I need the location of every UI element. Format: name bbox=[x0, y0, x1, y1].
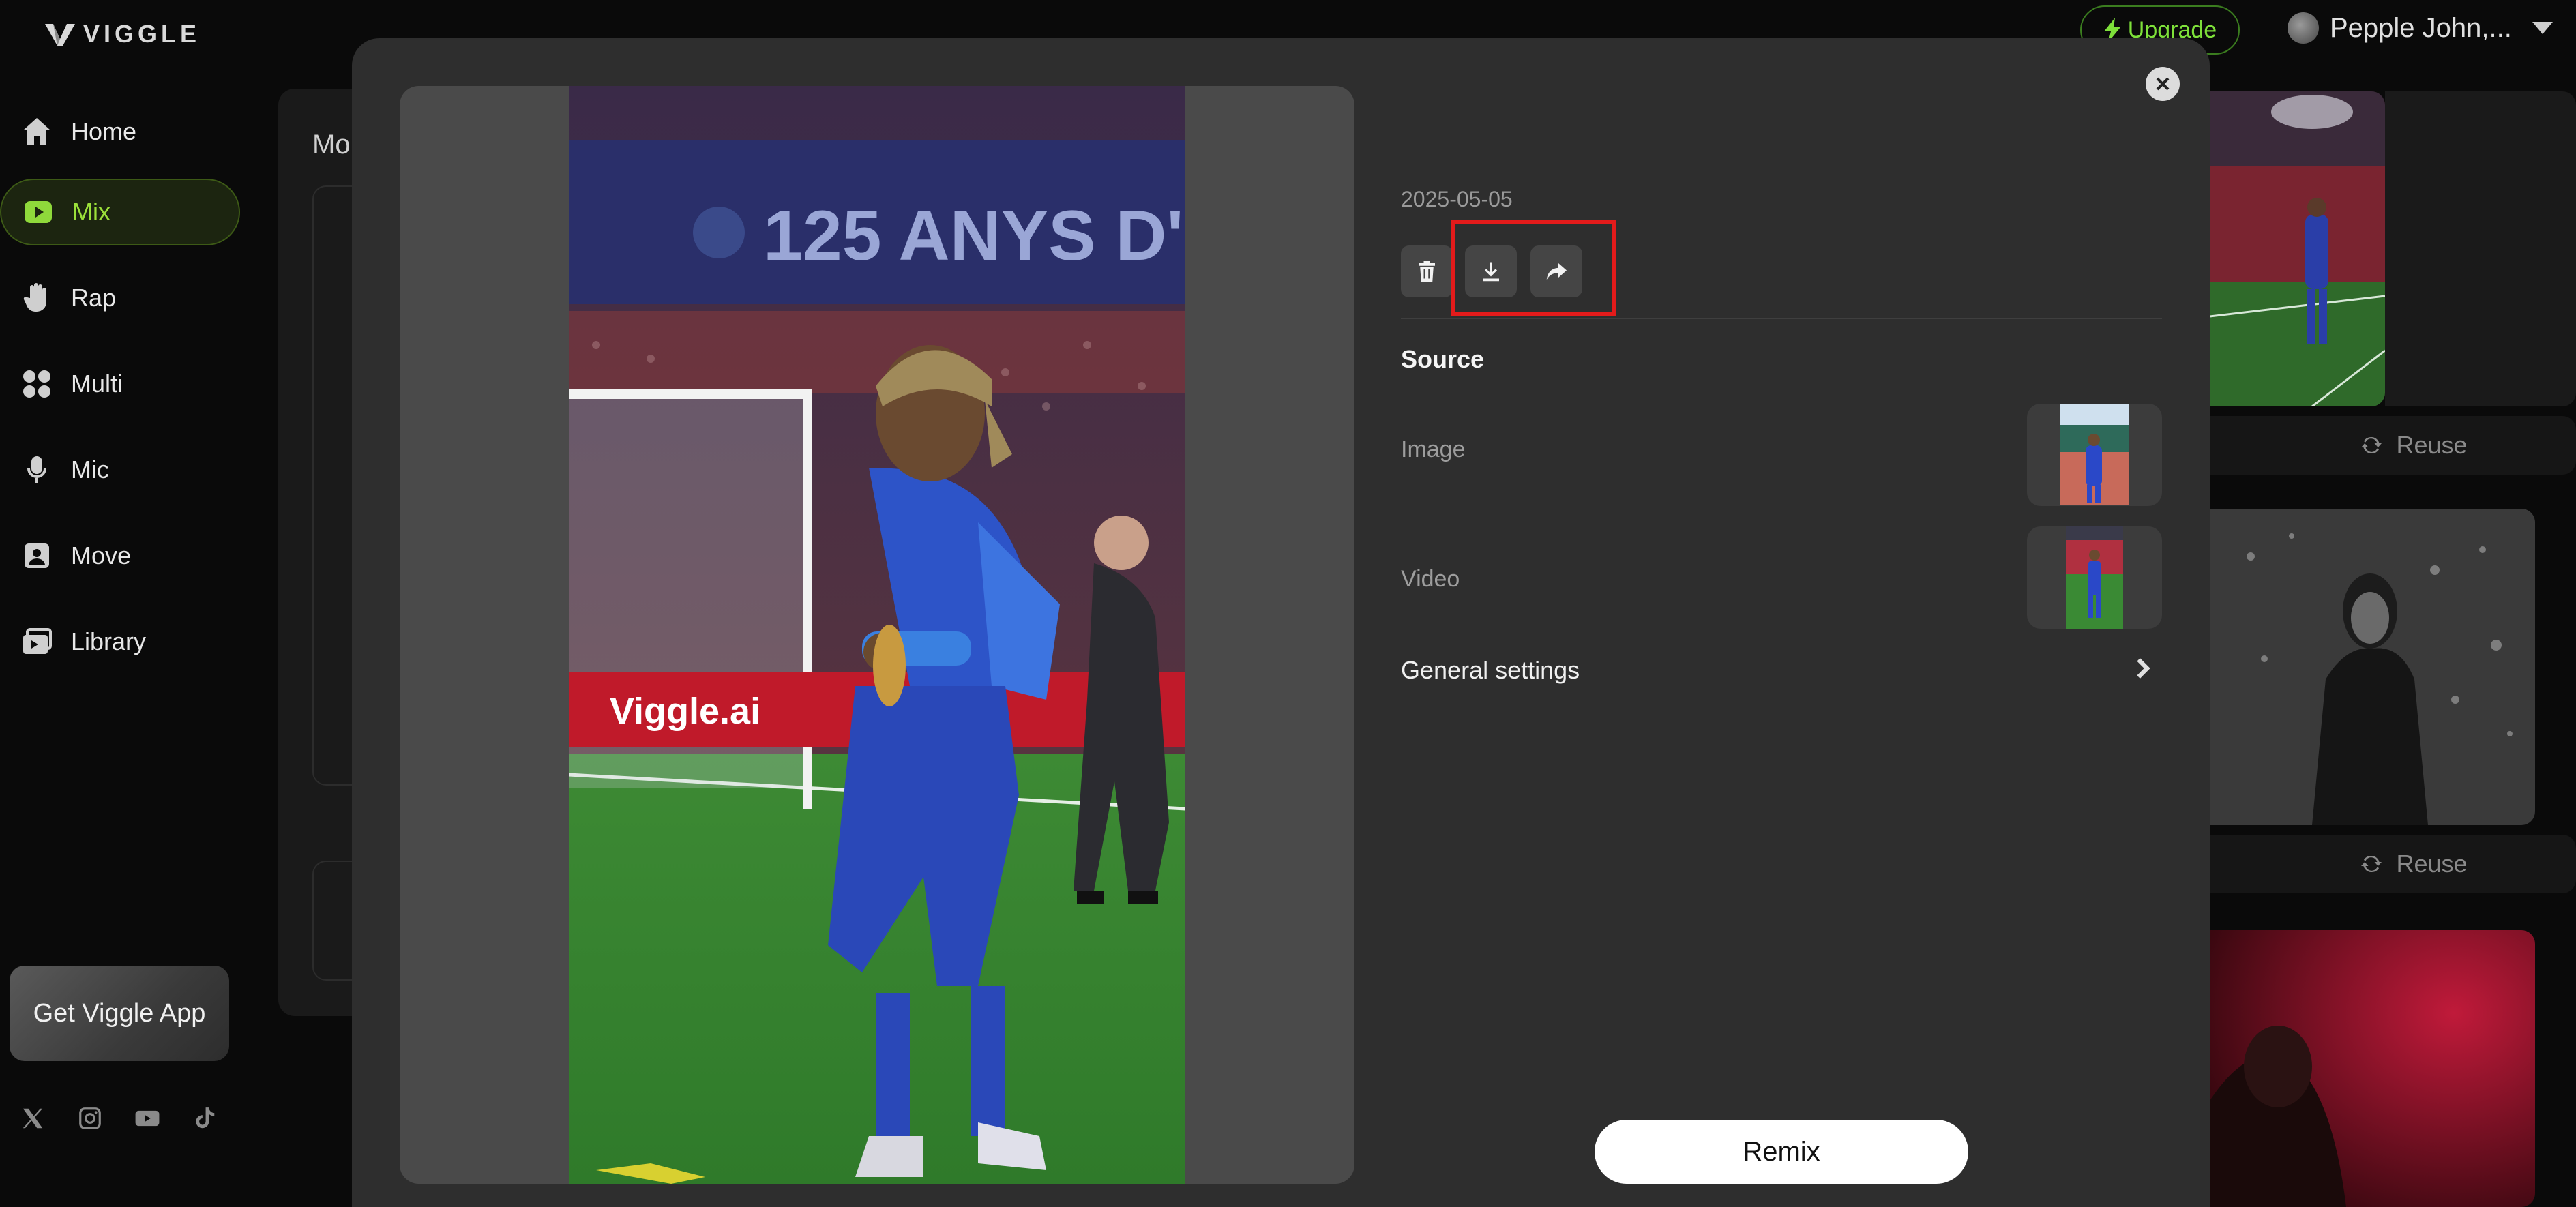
creation-date: 2025-05-05 bbox=[1401, 187, 1513, 211]
sidebar-item-home[interactable]: Home bbox=[0, 98, 240, 165]
sidebar-item-mic[interactable]: Mic bbox=[0, 436, 240, 503]
social-links bbox=[19, 1105, 218, 1132]
delete-icon bbox=[1419, 261, 1435, 282]
hand-icon bbox=[23, 283, 46, 312]
get-app-label: Get Viggle App bbox=[33, 998, 206, 1028]
sidebar-item-multi[interactable]: Multi bbox=[0, 351, 240, 417]
source-video-preview bbox=[2066, 526, 2123, 629]
user-name: Pepple John,... bbox=[2330, 12, 2512, 43]
football-player-video-frame: 125 ANYS D'HISTÒ Viggle.ai bbox=[569, 86, 1185, 1184]
sidebar-item-library[interactable]: Library bbox=[0, 608, 240, 675]
refresh-icon bbox=[2361, 436, 2382, 454]
reuse-label: Reuse bbox=[2396, 850, 2468, 878]
source-image-preview bbox=[2060, 404, 2129, 505]
library-icon bbox=[23, 628, 52, 654]
video-player[interactable]: 125 ANYS D'HISTÒ Viggle.ai bbox=[569, 86, 1185, 1184]
background-video-thumb[interactable] bbox=[2210, 930, 2535, 1207]
highlight-annotation-box bbox=[1451, 220, 1616, 316]
reuse-button[interactable]: Reuse bbox=[2210, 416, 2576, 475]
divider bbox=[1401, 318, 2162, 319]
user-menu[interactable]: Pepple John,... bbox=[2288, 12, 2553, 44]
refresh-icon bbox=[2361, 855, 2382, 873]
reuse-label: Reuse bbox=[2396, 431, 2468, 459]
move-portrait-icon bbox=[25, 543, 49, 568]
mic-icon bbox=[27, 456, 46, 483]
general-settings-expand[interactable] bbox=[2132, 656, 2155, 683]
source-video-thumb[interactable] bbox=[2027, 526, 2162, 629]
background-video-thumb[interactable] bbox=[2210, 91, 2385, 406]
remix-button[interactable]: Remix bbox=[1595, 1120, 1968, 1184]
chevron-down-icon bbox=[2532, 22, 2553, 34]
multi-dots-icon bbox=[23, 370, 50, 398]
general-settings-label[interactable]: General settings bbox=[1401, 656, 1580, 685]
close-icon bbox=[2156, 77, 2170, 91]
source-image-label: Image bbox=[1401, 436, 1466, 462]
background-video-thumb[interactable] bbox=[2210, 509, 2535, 825]
sidebar-item-rap[interactable]: Rap bbox=[0, 265, 240, 331]
sidebar-item-label: Mic bbox=[71, 456, 109, 483]
close-button[interactable] bbox=[2146, 67, 2180, 101]
background-section-title: Mo bbox=[312, 130, 351, 160]
concert-thumb-image bbox=[2210, 509, 2535, 825]
sidebar-item-label: Multi bbox=[71, 370, 123, 398]
sidebar-item-mix[interactable]: Mix bbox=[0, 179, 240, 245]
stadium-thumb-image bbox=[2210, 91, 2385, 406]
source-section-title: Source bbox=[1401, 345, 1485, 373]
tiktok-icon[interactable] bbox=[191, 1105, 218, 1132]
sidebar-item-label: Library bbox=[71, 627, 147, 655]
source-video-label: Video bbox=[1401, 566, 1460, 592]
x-icon[interactable] bbox=[19, 1105, 46, 1132]
chevron-right-icon bbox=[2137, 658, 2150, 679]
play-icon bbox=[25, 201, 52, 223]
delete-button[interactable] bbox=[1401, 245, 1453, 297]
background-card-edge bbox=[2385, 91, 2576, 406]
red-portrait-thumb-image bbox=[2210, 930, 2535, 1207]
get-app-button[interactable]: Get Viggle App bbox=[10, 966, 229, 1061]
avatar bbox=[2288, 12, 2319, 44]
video-banner-text: 125 ANYS D'HISTÒ bbox=[763, 196, 1185, 275]
viggle-v-logo-icon bbox=[45, 24, 75, 46]
video-preview-panel: 125 ANYS D'HISTÒ Viggle.ai bbox=[400, 86, 1354, 1184]
remix-label: Remix bbox=[1743, 1136, 1820, 1167]
video-watermark-text: Viggle.ai bbox=[610, 691, 760, 732]
source-image-thumb[interactable] bbox=[2027, 404, 2162, 506]
brand-name: VIGGLE bbox=[83, 20, 201, 48]
home-icon bbox=[23, 118, 50, 145]
viggle-logo[interactable]: VIGGLE bbox=[44, 19, 201, 49]
sidebar-item-label: Move bbox=[71, 541, 132, 569]
sidebar-item-label: Rap bbox=[71, 284, 117, 312]
sidebar-item-label: Mix bbox=[72, 198, 110, 226]
sidebar-item-move[interactable]: Move bbox=[0, 522, 240, 589]
sidebar-item-label: Home bbox=[71, 117, 137, 145]
instagram-icon[interactable] bbox=[76, 1105, 104, 1132]
reuse-button[interactable]: Reuse bbox=[2210, 835, 2576, 893]
youtube-icon[interactable] bbox=[134, 1105, 161, 1132]
